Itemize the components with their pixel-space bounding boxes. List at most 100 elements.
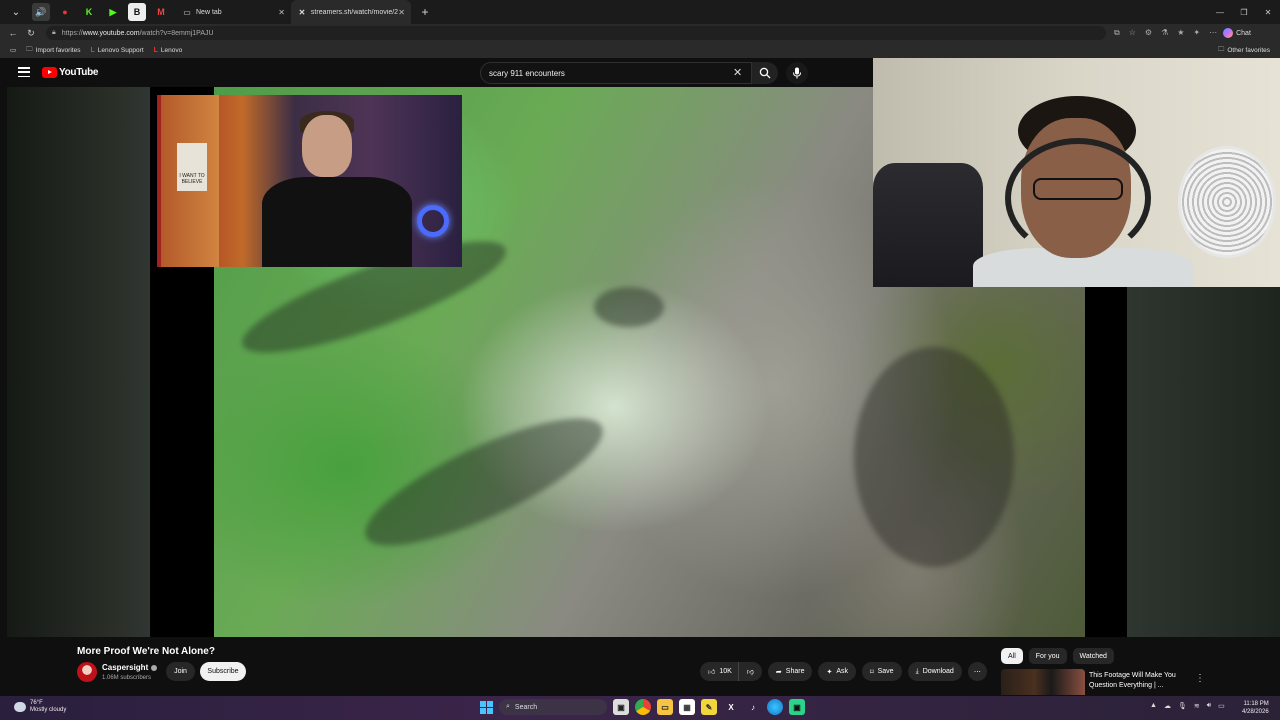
- close-tab-icon[interactable]: ✕: [398, 8, 405, 17]
- taskbar-search[interactable]: ⌕ Search: [499, 699, 607, 715]
- join-button[interactable]: Join: [166, 662, 195, 681]
- pinned-tab-b-icon[interactable]: B: [128, 3, 146, 21]
- pinned-tab-play-icon[interactable]: ▶: [104, 3, 122, 21]
- streamers-favicon-icon: ✕: [298, 7, 306, 17]
- ask-button[interactable]: ✦ Ask: [818, 662, 857, 681]
- search-icon: [759, 67, 771, 79]
- search-button[interactable]: [752, 62, 778, 84]
- extension-3-icon[interactable]: ✦: [1193, 28, 1200, 38]
- windows-start-icon[interactable]: [480, 700, 493, 714]
- back-icon[interactable]: ←: [4, 28, 22, 38]
- chip-all[interactable]: All: [1001, 648, 1023, 664]
- refresh-icon[interactable]: ↻: [22, 28, 40, 39]
- copilot-chat-button[interactable]: Chat: [1223, 28, 1251, 38]
- chrome-icon[interactable]: [635, 699, 651, 715]
- fav-label: Lenovo Support: [97, 46, 144, 54]
- calendar-app-icon[interactable]: ▦: [679, 699, 695, 715]
- pinned-tab-kick-icon[interactable]: K: [80, 3, 98, 21]
- minimize-icon[interactable]: —: [1208, 8, 1232, 17]
- chip-watched[interactable]: Watched: [1072, 648, 1114, 664]
- youtube-logo[interactable]: YouTube: [42, 67, 99, 78]
- recommended-thumbnail[interactable]: [1001, 669, 1085, 695]
- favorites-bar: ▭ 🗀 Import favorites L Lenovo Support L …: [0, 42, 1280, 58]
- recommended-menu-icon[interactable]: ⋮: [1195, 673, 1205, 684]
- thumbs-down-icon: 👎︎: [746, 669, 754, 676]
- favorites-icon[interactable]: ★: [1177, 28, 1184, 38]
- task-view-icon[interactable]: ▣: [613, 699, 629, 715]
- close-window-icon[interactable]: ✕: [1256, 8, 1280, 17]
- url-field[interactable]: 🔒︎ https://www.youtube.com/watch?v=8emmj…: [46, 26, 1106, 40]
- lenovo-icon: L: [153, 46, 158, 54]
- x-app-icon[interactable]: X: [723, 699, 739, 715]
- search-input[interactable]: scary 911 encounters: [480, 62, 752, 84]
- battery-icon[interactable]: ▭: [1218, 702, 1225, 710]
- extension-2-icon[interactable]: ⚗: [1161, 28, 1168, 38]
- site-info-icon[interactable]: 🔒︎: [52, 29, 56, 37]
- subscribe-button[interactable]: Subscribe: [200, 662, 246, 681]
- voice-search-button[interactable]: [786, 62, 808, 84]
- favorite-star-icon[interactable]: ☆: [1129, 28, 1136, 38]
- url-path: /watch?v=8emmj1PAJU: [139, 29, 214, 37]
- save-button[interactable]: ⌑ Save: [862, 662, 902, 681]
- onedrive-icon[interactable]: ☁: [1164, 702, 1171, 710]
- clock-date: 4/28/2026: [1242, 709, 1269, 715]
- fav-label: Lenovo: [160, 46, 183, 54]
- channel-avatar[interactable]: [77, 662, 97, 682]
- audio-tab-icon[interactable]: 🔊: [32, 3, 50, 21]
- green-app-icon[interactable]: ▣: [789, 699, 805, 715]
- maximize-icon[interactable]: ❐: [1232, 8, 1256, 17]
- recommended-video[interactable]: This Footage Will Make You Question Ever…: [1001, 669, 1271, 695]
- youtube-wordmark: YouTube: [59, 67, 99, 78]
- pinned-tab-red-icon[interactable]: ●: [56, 3, 74, 21]
- close-tab-icon[interactable]: ✕: [278, 8, 285, 17]
- clock[interactable]: 11:18 PM 4/28/2026: [1242, 700, 1269, 716]
- extensions-icon[interactable]: ⚙: [1145, 28, 1152, 38]
- fav-lenovo[interactable]: L Lenovo: [154, 47, 183, 54]
- ambient-left: [7, 87, 150, 637]
- clear-search-icon[interactable]: ✕: [733, 66, 742, 79]
- tab-label: New tab: [196, 8, 222, 16]
- weather-widget[interactable]: 76°F Mostly cloudy: [14, 700, 66, 714]
- edge-icon[interactable]: [767, 699, 783, 715]
- fav-import[interactable]: 🗀 Import favorites: [26, 45, 80, 56]
- tiktok-icon[interactable]: ♪: [745, 699, 761, 715]
- recommended-title[interactable]: This Footage Will Make You Question Ever…: [1089, 671, 1249, 691]
- notes-app-icon[interactable]: ✎: [701, 699, 717, 715]
- reactor-webcam: [873, 58, 1280, 287]
- sparkle-icon: ✦: [826, 668, 833, 676]
- copilot-icon: [1223, 28, 1234, 38]
- menu-dots-icon[interactable]: ⋯: [1209, 28, 1217, 38]
- like-button[interactable]: 👍︎ 10K: [700, 662, 738, 681]
- lenovo-icon: L: [90, 46, 95, 54]
- share-button[interactable]: ➦ Share: [767, 662, 813, 681]
- recommended-title-line1: This Footage Will Make You: [1089, 672, 1176, 679]
- webcam-headset: [1005, 138, 1151, 258]
- video-title: More Proof We're Not Alone?: [77, 646, 215, 657]
- tab-actions-button[interactable]: ⌄: [6, 2, 26, 22]
- wifi-icon[interactable]: ≋: [1194, 702, 1200, 710]
- youtube-play-icon: [42, 67, 57, 78]
- pinned-tab-gmail-icon[interactable]: M: [152, 3, 170, 21]
- volume-icon[interactable]: 🔊︎: [1207, 702, 1211, 710]
- ask-label: Ask: [836, 668, 849, 675]
- mic-tray-icon[interactable]: 🎙︎: [1178, 702, 1187, 710]
- dislike-button[interactable]: 👎︎: [737, 662, 762, 681]
- favorites-toggle-icon[interactable]: ▭: [10, 46, 16, 54]
- tray-chevron-icon[interactable]: ▲: [1150, 702, 1157, 710]
- download-label: Download: [922, 668, 954, 675]
- channel-name-row[interactable]: Caspersight: [102, 663, 158, 672]
- new-tab-icon: ▭: [183, 7, 191, 17]
- tab-new-tab[interactable]: ▭ New tab ✕: [176, 0, 291, 24]
- tab-streamers[interactable]: ✕ streamers.sh/watch/movie/285?se ✕: [291, 0, 411, 24]
- fav-lenovo-support[interactable]: L Lenovo Support: [90, 47, 143, 54]
- webcam-clutter: [873, 163, 983, 287]
- search-icon: ⌕: [506, 703, 510, 710]
- other-favorites[interactable]: 🗀 Other favorites: [1218, 45, 1270, 56]
- more-actions-button[interactable]: ⋯: [967, 662, 987, 681]
- menu-icon[interactable]: [18, 67, 30, 77]
- new-tab-button[interactable]: +: [415, 2, 435, 22]
- split-screen-icon[interactable]: ⧉: [1114, 28, 1120, 38]
- download-button[interactable]: ⤓ Download: [907, 662, 962, 681]
- chip-for-you[interactable]: For you: [1028, 648, 1067, 664]
- file-explorer-icon[interactable]: ▭: [657, 699, 673, 715]
